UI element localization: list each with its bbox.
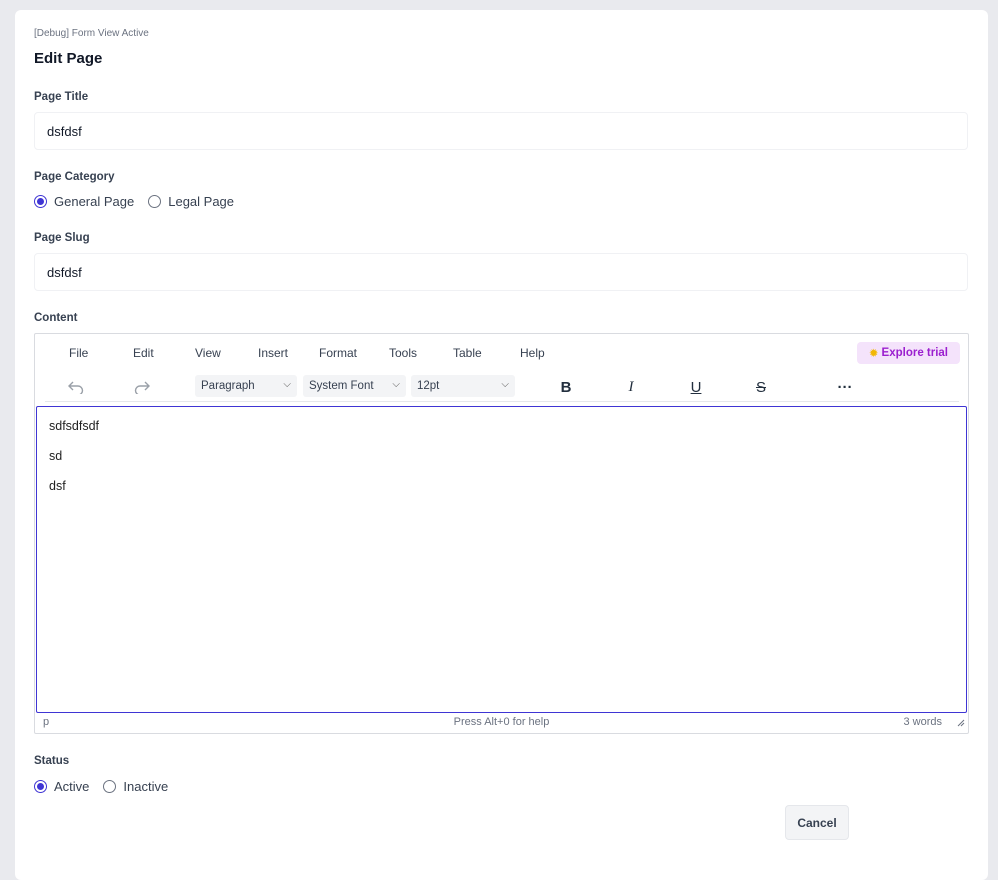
content-label: Content xyxy=(34,312,78,324)
menu-table[interactable]: Table xyxy=(453,346,482,360)
status-option-inactive-label: Inactive xyxy=(123,779,169,794)
menu-edit[interactable]: Edit xyxy=(133,346,154,360)
chevron-down-icon: ⌵ xyxy=(501,379,509,390)
sun-icon: ✹ xyxy=(868,348,879,360)
category-option-general[interactable]: General Page xyxy=(34,194,134,209)
menu-insert[interactable]: Insert xyxy=(258,346,288,360)
editor-toolbar: Paragraph ⌵ System Font ⌵ 12pt ⌵ B I U S… xyxy=(35,370,968,402)
explore-trial-button[interactable]: ✹ Explore trial xyxy=(856,342,960,364)
help-hint: Press Alt+0 for help xyxy=(453,716,550,728)
status-radio-group: Active Inactive xyxy=(34,779,182,794)
radio-active[interactable] xyxy=(34,780,47,793)
content-paragraph: sd xyxy=(49,449,63,463)
radio-legal-page[interactable] xyxy=(148,195,162,208)
font-family-select[interactable]: System Font ⌵ xyxy=(303,375,406,397)
editor-statusbar: p Press Alt+0 for help 3 words xyxy=(35,711,968,733)
page-category-radio-group: General Page Legal Page xyxy=(34,194,248,209)
page-title-input[interactable]: dsfdsf xyxy=(34,112,968,150)
page-slug-value: dsfdsf xyxy=(47,264,82,280)
editor-content-area[interactable]: sdfsdfsdf sd dsf xyxy=(36,406,967,713)
italic-icon[interactable]: I xyxy=(619,377,643,397)
status-option-inactive[interactable]: Inactive xyxy=(103,779,168,794)
category-option-legal-label: Legal Page xyxy=(168,194,235,209)
chevron-down-icon: ⌵ xyxy=(392,379,400,390)
status-option-active[interactable]: Active xyxy=(34,779,89,794)
content-paragraph: dsf xyxy=(49,479,66,493)
menu-file[interactable]: File xyxy=(69,346,88,360)
page-category-label: Page Category xyxy=(34,171,115,183)
underline-icon[interactable]: U xyxy=(684,377,708,397)
font-family-value: System Font xyxy=(309,380,374,392)
chevron-down-icon: ⌵ xyxy=(283,379,291,390)
font-size-value: 12pt xyxy=(417,380,440,392)
explore-trial-label: Explore trial xyxy=(881,347,948,359)
undo-icon[interactable] xyxy=(64,377,88,397)
page-slug-input[interactable]: dsfdsf xyxy=(34,253,968,291)
more-icon[interactable]: ··· xyxy=(833,377,857,397)
menu-help[interactable]: Help xyxy=(520,346,545,360)
toolbar-divider xyxy=(45,401,959,402)
block-format-value: Paragraph xyxy=(201,380,255,392)
menu-format[interactable]: Format xyxy=(319,346,357,360)
radio-inactive[interactable] xyxy=(103,780,117,793)
status-label: Status xyxy=(34,755,70,767)
font-size-select[interactable]: 12pt ⌵ xyxy=(411,375,515,397)
cancel-button[interactable]: Cancel xyxy=(785,805,849,840)
rich-text-editor: File Edit View Insert Format Tools Table… xyxy=(34,333,969,734)
block-format-select[interactable]: Paragraph ⌵ xyxy=(195,375,297,397)
page-title-value: dsfdsf xyxy=(47,123,82,139)
radio-general-page[interactable] xyxy=(34,195,47,208)
page-slug-label: Page Slug xyxy=(34,232,90,244)
category-option-legal[interactable]: Legal Page xyxy=(148,194,234,209)
edit-page-card: [Debug] Form View Active Edit Page Page … xyxy=(15,10,988,880)
word-count[interactable]: 3 words xyxy=(903,716,942,728)
category-option-general-label: General Page xyxy=(54,194,135,209)
status-option-active-label: Active xyxy=(54,779,90,794)
content-paragraph: sdfsdfsdf xyxy=(49,419,100,433)
debug-indicator: [Debug] Form View Active xyxy=(34,28,149,39)
bold-icon[interactable]: B xyxy=(554,377,578,397)
page-title: Edit Page xyxy=(34,50,103,67)
editor-menubar: File Edit View Insert Format Tools Table… xyxy=(35,334,968,370)
strikethrough-icon[interactable]: S xyxy=(749,377,773,397)
menu-view[interactable]: View xyxy=(195,346,221,360)
redo-icon[interactable] xyxy=(130,377,154,397)
resize-handle-icon[interactable] xyxy=(955,717,965,727)
page-title-label: Page Title xyxy=(34,91,89,103)
menu-tools[interactable]: Tools xyxy=(389,346,417,360)
